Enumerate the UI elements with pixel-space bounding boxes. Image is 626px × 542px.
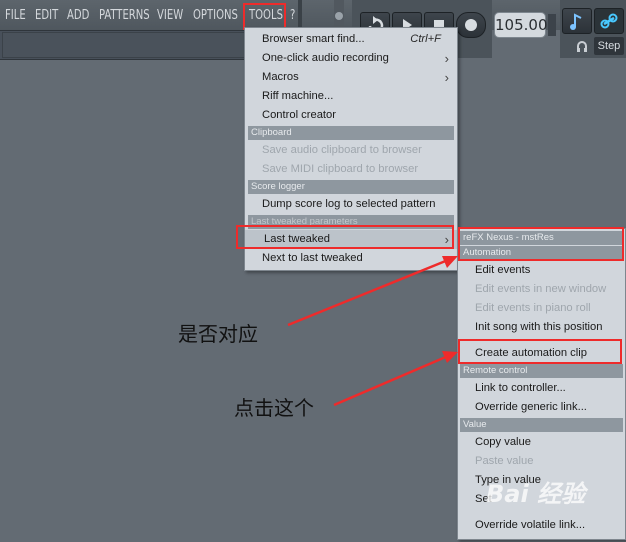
annotation-arrows bbox=[287, 256, 458, 407]
baidu-watermark: Bai 经验 bbox=[486, 480, 586, 508]
annotation-click-this: 点击这个 bbox=[234, 396, 314, 420]
arrow-to-submenu-header bbox=[287, 256, 458, 327]
arrow-to-create-automation-clip bbox=[333, 351, 458, 407]
annotation-question: 是否对应 bbox=[178, 322, 258, 346]
